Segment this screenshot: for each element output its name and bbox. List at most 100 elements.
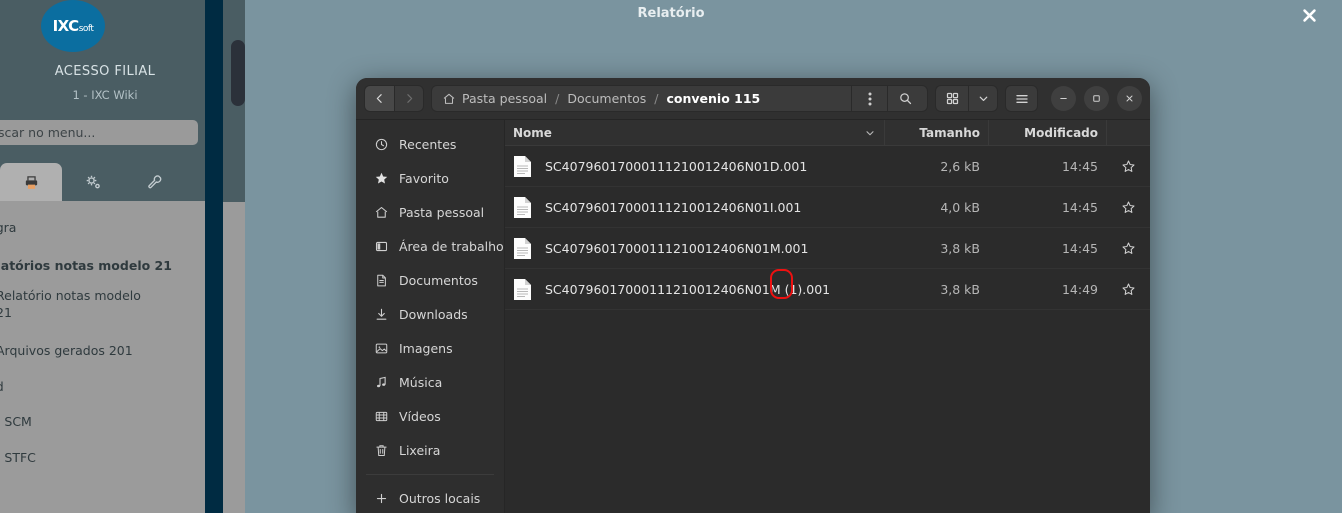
- menu-item[interactable]: elatórios notas modelo 21: [0, 257, 172, 274]
- place-item-imagens[interactable]: Imagens: [356, 331, 504, 365]
- favorite-toggle[interactable]: [1106, 269, 1150, 309]
- view-options-button[interactable]: [968, 85, 998, 112]
- overlay-title: Relatório: [637, 5, 705, 21]
- column-header-name[interactable]: Nome: [505, 120, 884, 145]
- file-modified: 14:45: [1061, 199, 1098, 215]
- minimize-button[interactable]: [1051, 86, 1076, 111]
- table-row[interactable]: SC40796017000111210012406N01D.001 2,6 kB…: [505, 146, 1150, 187]
- pathbar-tools: [851, 86, 923, 111]
- grid-icon: [946, 92, 958, 105]
- file-modified: 14:49: [1061, 281, 1098, 297]
- place-item-documentos[interactable]: Documentos: [356, 263, 504, 297]
- chevron-right-icon: [406, 94, 412, 103]
- place-item-lixeira[interactable]: Lixeira: [356, 433, 504, 467]
- overlay-close-button[interactable]: [1296, 2, 1322, 28]
- menu-search-input[interactable]: scar no menu...: [0, 120, 198, 145]
- printer-tab[interactable]: [0, 163, 62, 201]
- menu-item[interactable]: 21: [0, 304, 12, 321]
- main-menu-button[interactable]: [1005, 85, 1038, 112]
- place-item-recentes[interactable]: Recentes: [356, 127, 504, 161]
- ixc-side-panel: IXCsoft ACESSO FILIAL 1 - IXC Wiki scar …: [0, 0, 210, 513]
- breadcrumb-item-documentos[interactable]: Documentos: [561, 88, 652, 109]
- place-item-favorito[interactable]: Favorito: [356, 161, 504, 195]
- table-row[interactable]: SC40796017000111210012406N01M.001 3,8 kB…: [505, 228, 1150, 269]
- breadcrumb-item-home[interactable]: Pasta pessoal: [436, 88, 553, 109]
- search-button[interactable]: [887, 86, 923, 111]
- vertical-dots-icon: [868, 92, 871, 105]
- file-icon: [514, 155, 531, 177]
- download-icon: [373, 307, 389, 322]
- close-icon: [1126, 95, 1133, 102]
- column-header-size[interactable]: Tamanho: [884, 120, 988, 145]
- document-icon: [373, 273, 389, 288]
- place-label: Pasta pessoal: [399, 204, 485, 220]
- grid-view-button[interactable]: [935, 85, 968, 112]
- clock-icon: [373, 137, 389, 152]
- column-header-name-label: Nome: [513, 125, 552, 140]
- place-item-videos[interactable]: Vídeos: [356, 399, 504, 433]
- settings-tab[interactable]: [62, 163, 124, 201]
- view-mode-buttons: [935, 85, 998, 112]
- breadcrumb-separator: /: [555, 91, 560, 106]
- wrench-icon: [146, 173, 164, 191]
- page-scrollbar-thumb[interactable]: [231, 40, 245, 106]
- star-outline-icon: [1122, 242, 1134, 254]
- page-scrollbar-track[interactable]: [205, 0, 223, 513]
- chevron-down-icon: [979, 96, 987, 101]
- star-outline-icon: [1122, 283, 1134, 295]
- file-list: SC40796017000111210012406N01D.001 2,6 kB…: [505, 146, 1150, 513]
- column-header-modified[interactable]: Modificado: [988, 120, 1106, 145]
- search-icon: [900, 93, 912, 105]
- dialog-headerbar: Pasta pessoal / Documentos / convenio 11…: [356, 78, 1150, 120]
- dialog-body: Recentes Favorito Pasta pessoal Área de …: [356, 120, 1150, 513]
- file-size: 3,8 kB: [940, 240, 980, 256]
- place-item-musica[interactable]: Música: [356, 365, 504, 399]
- menu-item[interactable]: egra: [0, 219, 16, 236]
- video-icon: [373, 409, 389, 424]
- menu-item[interactable]: Relatório notas modelo: [0, 287, 141, 304]
- place-label: Recentes: [399, 136, 457, 152]
- maximize-icon: [1093, 95, 1100, 102]
- file-size: 3,8 kB: [940, 281, 980, 297]
- file-chooser-dialog: Pasta pessoal / Documentos / convenio 11…: [356, 78, 1150, 513]
- places-divider: [366, 474, 494, 475]
- star-outline-icon: [1122, 160, 1134, 172]
- place-label: Outros locais: [399, 490, 481, 506]
- printer-icon: [23, 174, 40, 191]
- account-subtitle: 1 - IXC Wiki: [72, 88, 138, 102]
- column-header-star: [1106, 120, 1150, 145]
- table-row[interactable]: SC40796017000111210012406N01I.001 4,0 kB…: [505, 187, 1150, 228]
- forward-button[interactable]: [394, 85, 424, 112]
- file-name-cell: SC40796017000111210012406N01M (1).001: [505, 269, 884, 309]
- menu-item[interactable]: CI SCM: [0, 413, 32, 430]
- file-name-cell: SC40796017000111210012406N01M.001: [505, 228, 884, 268]
- place-item-outros-locais[interactable]: Outros locais: [356, 481, 504, 513]
- menu-item[interactable]: CI STFC: [0, 449, 36, 466]
- place-item-area-de-trabalho[interactable]: Área de trabalho: [356, 229, 504, 263]
- tools-tab[interactable]: [124, 163, 186, 201]
- favorite-toggle[interactable]: [1106, 187, 1150, 227]
- path-menu-button[interactable]: [851, 86, 887, 111]
- breadcrumb-item-current[interactable]: convenio 115: [660, 88, 766, 109]
- place-item-pasta-pessoal[interactable]: Pasta pessoal: [356, 195, 504, 229]
- back-button[interactable]: [364, 85, 394, 112]
- menu-item[interactable]: Arquivos gerados 201: [0, 342, 133, 359]
- breadcrumb: Pasta pessoal / Documentos / convenio 11…: [431, 85, 928, 112]
- menu-item[interactable]: ed: [0, 378, 4, 395]
- chevron-down-icon: [866, 130, 874, 135]
- favorite-toggle[interactable]: [1106, 146, 1150, 186]
- file-name: SC40796017000111210012406N01I.001: [545, 199, 802, 215]
- navigation-buttons: [364, 85, 424, 112]
- ixc-menu-list: egra elatórios notas modelo 21 Relatório…: [0, 201, 210, 513]
- table-row[interactable]: SC40796017000111210012406N01M (1).001 3,…: [505, 269, 1150, 310]
- close-window-button[interactable]: [1117, 86, 1142, 111]
- close-icon: [1302, 8, 1316, 22]
- desktop-icon: [373, 239, 389, 254]
- breadcrumb-separator: /: [654, 91, 659, 106]
- plus-icon: [373, 491, 389, 506]
- hamburger-icon: [1015, 94, 1028, 103]
- place-item-downloads[interactable]: Downloads: [356, 297, 504, 331]
- favorite-toggle[interactable]: [1106, 228, 1150, 268]
- maximize-button[interactable]: [1084, 86, 1109, 111]
- panel-tabs: [0, 163, 210, 201]
